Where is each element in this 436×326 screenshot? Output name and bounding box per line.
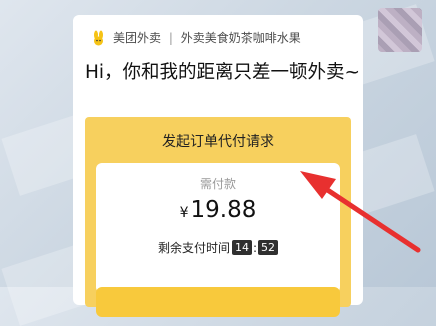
pay-button[interactable] [96, 287, 340, 317]
red-arrow-annotation [300, 171, 421, 253]
